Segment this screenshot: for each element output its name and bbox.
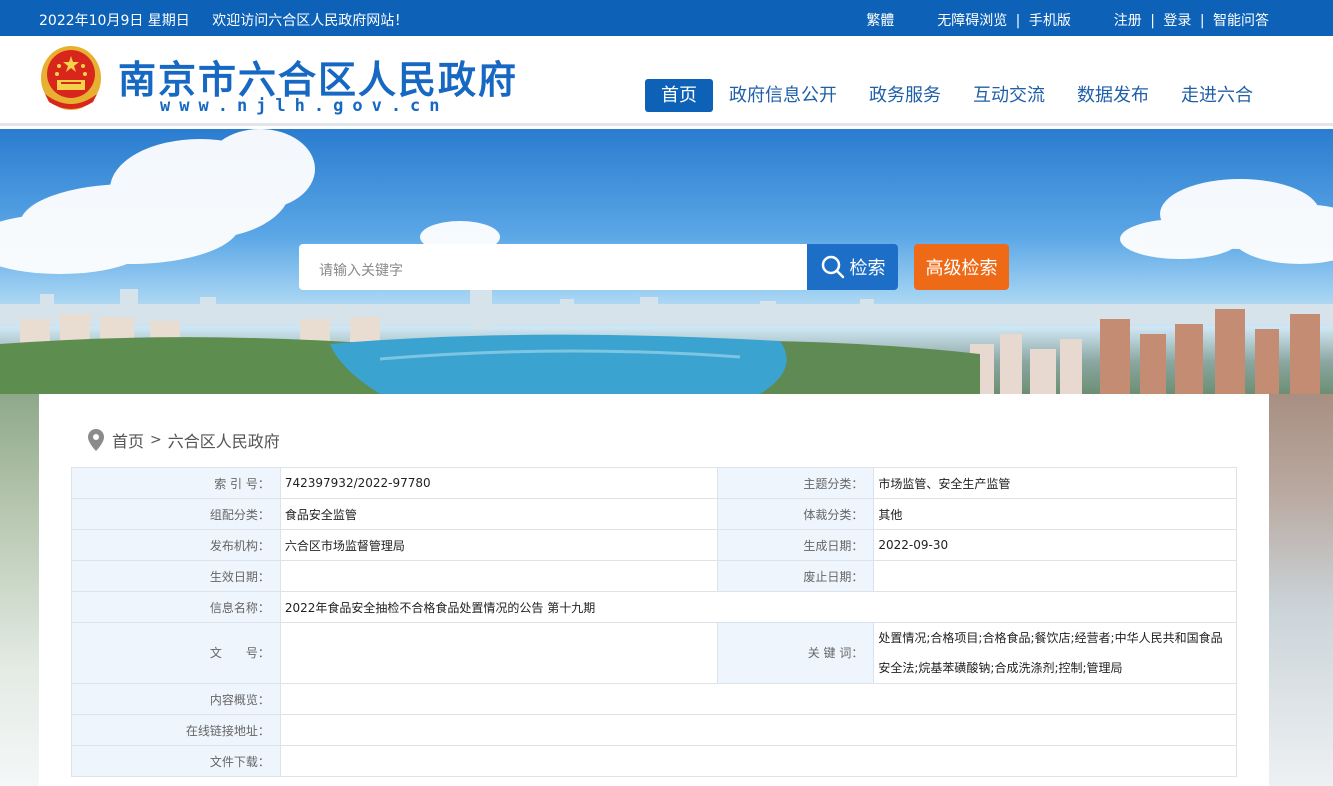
topic-label: 主题分类： — [717, 467, 875, 499]
table-row: 文 号： 关 键 词： 处置情况;合格项目;合格食品;餐饮店;经营者;中华人民共… — [71, 622, 1237, 684]
traditional-chinese-link[interactable]: 繁體 — [866, 13, 894, 29]
table-row: 组配分类： 食品安全监管 体裁分类： 其他 — [71, 498, 1237, 530]
table-row: 发布机构： 六合区市场监督管理局 生成日期： 2022-09-30 — [71, 529, 1237, 561]
created-date-label: 生成日期： — [717, 529, 875, 561]
info-name-label: 信息名称： — [71, 591, 281, 623]
top-bar-left: 2022年10月9日 星期日 欢迎访问六合区人民政府网站！ — [39, 10, 426, 30]
nav-about-luhe[interactable]: 走进六合 — [1165, 79, 1269, 112]
site-url: www.njlh.gov.cn — [160, 96, 449, 116]
search-button[interactable]: 检索 — [807, 244, 898, 290]
separator: | — [1150, 13, 1155, 29]
doc-number-value — [279, 622, 719, 684]
table-row: 在线链接地址： — [71, 714, 1238, 746]
nav-home[interactable]: 首页 — [645, 79, 713, 112]
keywords-value: 处置情况;合格项目;合格食品;餐饮店;经营者;中华人民共和国食品安全法;烷基苯磺… — [873, 622, 1237, 684]
top-bar-links: 繁體 无障碍浏览 | 手机版 注册 | 登录 | 智能问答 — [866, 10, 1269, 30]
mobile-version-link[interactable]: 手机版 — [1029, 13, 1071, 29]
map-pin-icon — [88, 429, 104, 451]
file-download-value[interactable] — [279, 745, 1238, 777]
summary-label: 内容概览： — [71, 683, 281, 715]
publisher-value: 六合区市场监督管理局 — [279, 529, 719, 561]
breadcrumb-current[interactable]: 六合区人民政府 — [168, 428, 280, 452]
index-label: 索 引 号： — [71, 467, 281, 499]
welcome-text: 欢迎访问六合区人民政府网站！ — [212, 13, 409, 29]
separator: | — [1199, 13, 1205, 29]
expire-date-value — [873, 560, 1237, 592]
nav-data-release[interactable]: 数据发布 — [1061, 79, 1165, 112]
info-name-value: 2022年食品安全抽检不合格食品处置情况的公告 第十九期 — [279, 591, 1238, 623]
expire-date-label: 废止日期： — [717, 560, 875, 592]
search-input[interactable]: 请输入关键字 — [299, 244, 807, 290]
left-scenery — [0, 394, 39, 786]
breadcrumb: 首页 > 六合区人民政府 — [88, 428, 280, 452]
current-date: 2022年10月9日 星期日 — [39, 13, 190, 29]
document-info-table: 索 引 号： 742397932/2022-97780 主题分类： 市场监管、安… — [71, 467, 1238, 777]
effective-date-label: 生效日期： — [71, 560, 281, 592]
smart-qa-link[interactable]: 智能问答 — [1213, 13, 1269, 29]
top-bar: 2022年10月9日 星期日 欢迎访问六合区人民政府网站！ 繁體 无障碍浏览 |… — [0, 0, 1333, 36]
table-row: 文件下载： — [71, 745, 1238, 777]
publisher-label: 发布机构： — [71, 529, 281, 561]
keywords-label: 关 键 词： — [717, 622, 875, 684]
online-link-value[interactable] — [279, 714, 1238, 746]
breadcrumb-home[interactable]: 首页 — [112, 428, 144, 452]
separator: | — [1015, 13, 1021, 29]
accessible-browse-link[interactable]: 无障碍浏览 — [937, 13, 1007, 29]
genre-value: 其他 — [873, 498, 1237, 530]
main-nav: 首页 政府信息公开 政务服务 互动交流 数据发布 走进六合 — [645, 79, 1269, 112]
file-download-label: 文件下载： — [71, 745, 281, 777]
advanced-search-button[interactable]: 高级检索 — [914, 244, 1009, 290]
table-row: 索 引 号： 742397932/2022-97780 主题分类： 市场监管、安… — [71, 467, 1237, 499]
table-row: 生效日期： 废止日期： — [71, 560, 1237, 592]
nav-interaction[interactable]: 互动交流 — [957, 79, 1061, 112]
login-link[interactable]: 登录 — [1163, 13, 1191, 29]
index-value: 742397932/2022-97780 — [279, 467, 719, 499]
topic-value: 市场监管、安全生产监管 — [873, 467, 1237, 499]
group-label: 组配分类： — [71, 498, 281, 530]
summary-value — [279, 683, 1238, 715]
group-value: 食品安全监管 — [279, 498, 719, 530]
table-row: 信息名称： 2022年食品安全抽检不合格食品处置情况的公告 第十九期 — [71, 591, 1238, 623]
register-link[interactable]: 注册 — [1114, 13, 1142, 29]
site-header: 南京市六合区人民政府 www.njlh.gov.cn 首页 政府信息公开 政务服… — [0, 36, 1333, 126]
nav-gov-service[interactable]: 政务服务 — [853, 79, 957, 112]
genre-label: 体裁分类： — [717, 498, 875, 530]
right-scenery — [1269, 394, 1333, 786]
nav-gov-info[interactable]: 政府信息公开 — [713, 79, 853, 112]
breadcrumb-arrow: > — [150, 432, 162, 448]
created-date-value: 2022-09-30 — [873, 529, 1237, 561]
search-button-label: 检索 — [849, 258, 886, 279]
magnifier-icon — [821, 255, 844, 279]
effective-date-value — [279, 560, 719, 592]
online-link-label: 在线链接地址： — [71, 714, 281, 746]
national-emblem-icon[interactable] — [39, 44, 103, 112]
doc-number-label: 文 号： — [71, 622, 281, 684]
table-row: 内容概览： — [71, 683, 1238, 715]
